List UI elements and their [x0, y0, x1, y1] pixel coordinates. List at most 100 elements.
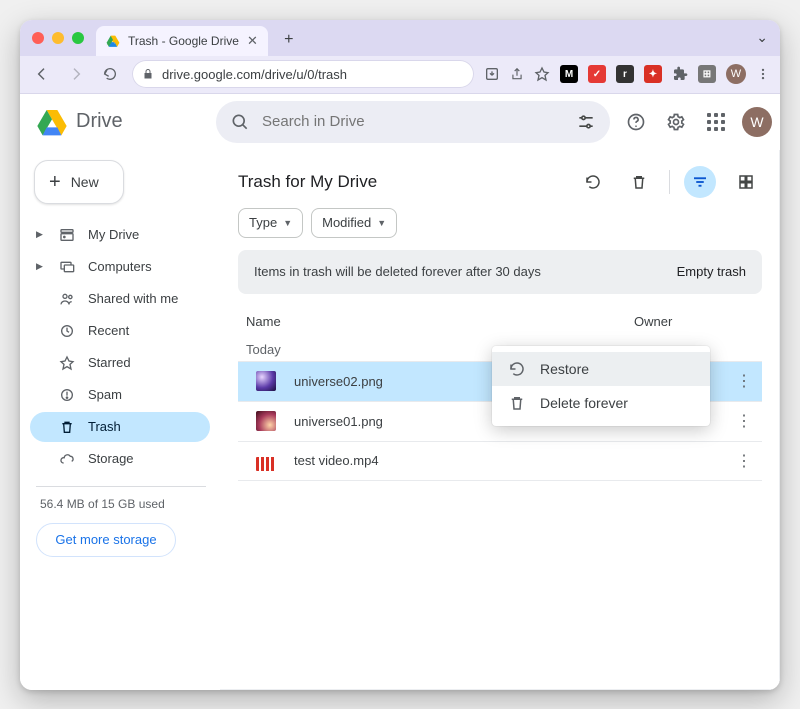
cloud-icon: [58, 451, 76, 467]
apps-grid-icon: [707, 113, 725, 131]
toolbar-actions: M ✓ r ✦ ⊞ W: [484, 64, 770, 84]
notice-text: Items in trash will be deleted forever a…: [254, 264, 541, 279]
new-tab-button[interactable]: +: [276, 27, 302, 53]
sidebar-item-computers[interactable]: ▶ Computers: [30, 252, 210, 282]
minimize-window-button[interactable]: [52, 32, 64, 44]
browser-window: Trash - Google Drive ✕ + ⌄ drive.google.…: [20, 20, 780, 690]
sidebar-item-recent[interactable]: Recent: [30, 316, 210, 346]
address-bar[interactable]: drive.google.com/drive/u/0/trash: [132, 60, 474, 88]
tab-title: Trash - Google Drive: [128, 34, 239, 48]
maximize-window-button[interactable]: [72, 32, 84, 44]
new-button[interactable]: + New: [34, 160, 124, 204]
sidebar: + New ▶ My Drive ▶ Computers Shared with: [20, 150, 220, 690]
window-controls: [32, 32, 84, 44]
star-icon: [58, 355, 76, 371]
empty-trash-link[interactable]: Empty trash: [677, 264, 746, 279]
share-icon[interactable]: [510, 67, 524, 81]
app-name: Drive: [76, 110, 123, 133]
install-icon[interactable]: [484, 66, 500, 82]
tabs-overflow-icon[interactable]: ⌄: [756, 29, 768, 46]
trash-icon: [58, 419, 76, 435]
spam-icon: [58, 387, 76, 403]
search-input[interactable]: [262, 113, 564, 130]
sidebar-item-spam[interactable]: Spam: [30, 380, 210, 410]
sidebar-item-shared[interactable]: Shared with me: [30, 284, 210, 314]
extension-icon[interactable]: ⊞: [698, 65, 716, 83]
tab-close-icon[interactable]: ✕: [247, 33, 258, 49]
chip-label: Modified: [322, 215, 371, 230]
window-titlebar: Trash - Google Drive ✕ + ⌄: [20, 20, 780, 56]
close-window-button[interactable]: [32, 32, 44, 44]
extension-icon[interactable]: ✦: [644, 65, 662, 83]
plus-icon: +: [49, 172, 61, 192]
divider: [36, 486, 206, 487]
grid-view-button[interactable]: [730, 166, 762, 198]
browser-profile-avatar[interactable]: W: [726, 64, 746, 84]
my-drive-icon: [58, 227, 76, 243]
menu-item-restore[interactable]: Restore: [492, 352, 710, 386]
row-menu-button[interactable]: ⋮: [734, 451, 754, 471]
file-thumbnail: [256, 371, 276, 391]
table-header: Name Owner: [238, 308, 762, 336]
file-name: test video.mp4: [294, 453, 614, 468]
computers-icon: [58, 259, 76, 275]
get-storage-label: Get more storage: [55, 532, 156, 547]
chevron-down-icon: ▼: [283, 218, 292, 228]
extensions-icon[interactable]: [672, 66, 688, 82]
url-text: drive.google.com/drive/u/0/trash: [162, 67, 347, 82]
row-menu-button[interactable]: ⋮: [734, 411, 754, 431]
sidebar-item-label: Trash: [88, 419, 121, 434]
chevron-down-icon: ▼: [377, 218, 386, 228]
drive-logo[interactable]: Drive: [36, 106, 204, 138]
modified-filter-chip[interactable]: Modified ▼: [311, 208, 397, 238]
browser-toolbar: drive.google.com/drive/u/0/trash M ✓ r ✦…: [20, 56, 780, 94]
google-apps-button[interactable]: [702, 108, 730, 136]
sidebar-item-storage[interactable]: Storage: [30, 444, 210, 474]
divider: [669, 170, 670, 194]
search-options-icon[interactable]: [576, 112, 596, 132]
nav-back-button[interactable]: [30, 62, 54, 86]
trash-icon: [508, 394, 526, 412]
extension-icon[interactable]: M: [560, 65, 578, 83]
sidebar-item-label: Computers: [88, 259, 152, 274]
storage-usage-text: 56.4 MB of 15 GB used: [30, 497, 220, 511]
expand-icon: ▶: [36, 261, 46, 272]
app-header: Drive W: [20, 94, 780, 150]
nav-forward-button[interactable]: [64, 62, 88, 86]
row-menu-button[interactable]: ⋮: [734, 371, 754, 391]
drive-favicon: [106, 34, 120, 48]
filter-button[interactable]: [684, 166, 716, 198]
browser-tab[interactable]: Trash - Google Drive ✕: [96, 26, 268, 56]
file-row[interactable]: test video.mp4 me ⋮: [238, 441, 762, 481]
column-header-name[interactable]: Name: [246, 314, 634, 329]
settings-button[interactable]: [662, 108, 690, 136]
sidebar-item-starred[interactable]: Starred: [30, 348, 210, 378]
sidebar-item-label: Starred: [88, 355, 131, 370]
lock-icon: [142, 68, 154, 80]
sidebar-item-label: Recent: [88, 323, 129, 338]
expand-icon: ▶: [36, 229, 46, 240]
account-avatar[interactable]: W: [742, 107, 772, 137]
sidebar-item-trash[interactable]: Trash: [30, 412, 210, 442]
search-icon: [230, 112, 250, 132]
restore-all-button[interactable]: [577, 166, 609, 198]
extension-icon[interactable]: r: [616, 65, 634, 83]
menu-item-delete-forever[interactable]: Delete forever: [492, 386, 710, 420]
file-thumbnail: [256, 411, 276, 431]
get-storage-button[interactable]: Get more storage: [36, 523, 176, 557]
delete-forever-button[interactable]: [623, 166, 655, 198]
help-button[interactable]: [622, 108, 650, 136]
browser-menu-icon[interactable]: [756, 67, 770, 81]
type-filter-chip[interactable]: Type ▼: [238, 208, 303, 238]
restore-icon: [508, 360, 526, 378]
drive-logo-icon: [36, 106, 68, 138]
sidebar-item-label: Spam: [88, 387, 122, 402]
extension-icon[interactable]: ✓: [588, 65, 606, 83]
menu-item-label: Delete forever: [540, 395, 628, 411]
search-bar[interactable]: [216, 101, 610, 143]
nav-reload-button[interactable]: [98, 62, 122, 86]
bookmark-icon[interactable]: [534, 66, 550, 82]
main-header: Trash for My Drive: [238, 162, 762, 202]
column-header-owner[interactable]: Owner: [634, 314, 754, 329]
sidebar-item-my-drive[interactable]: ▶ My Drive: [30, 220, 210, 250]
